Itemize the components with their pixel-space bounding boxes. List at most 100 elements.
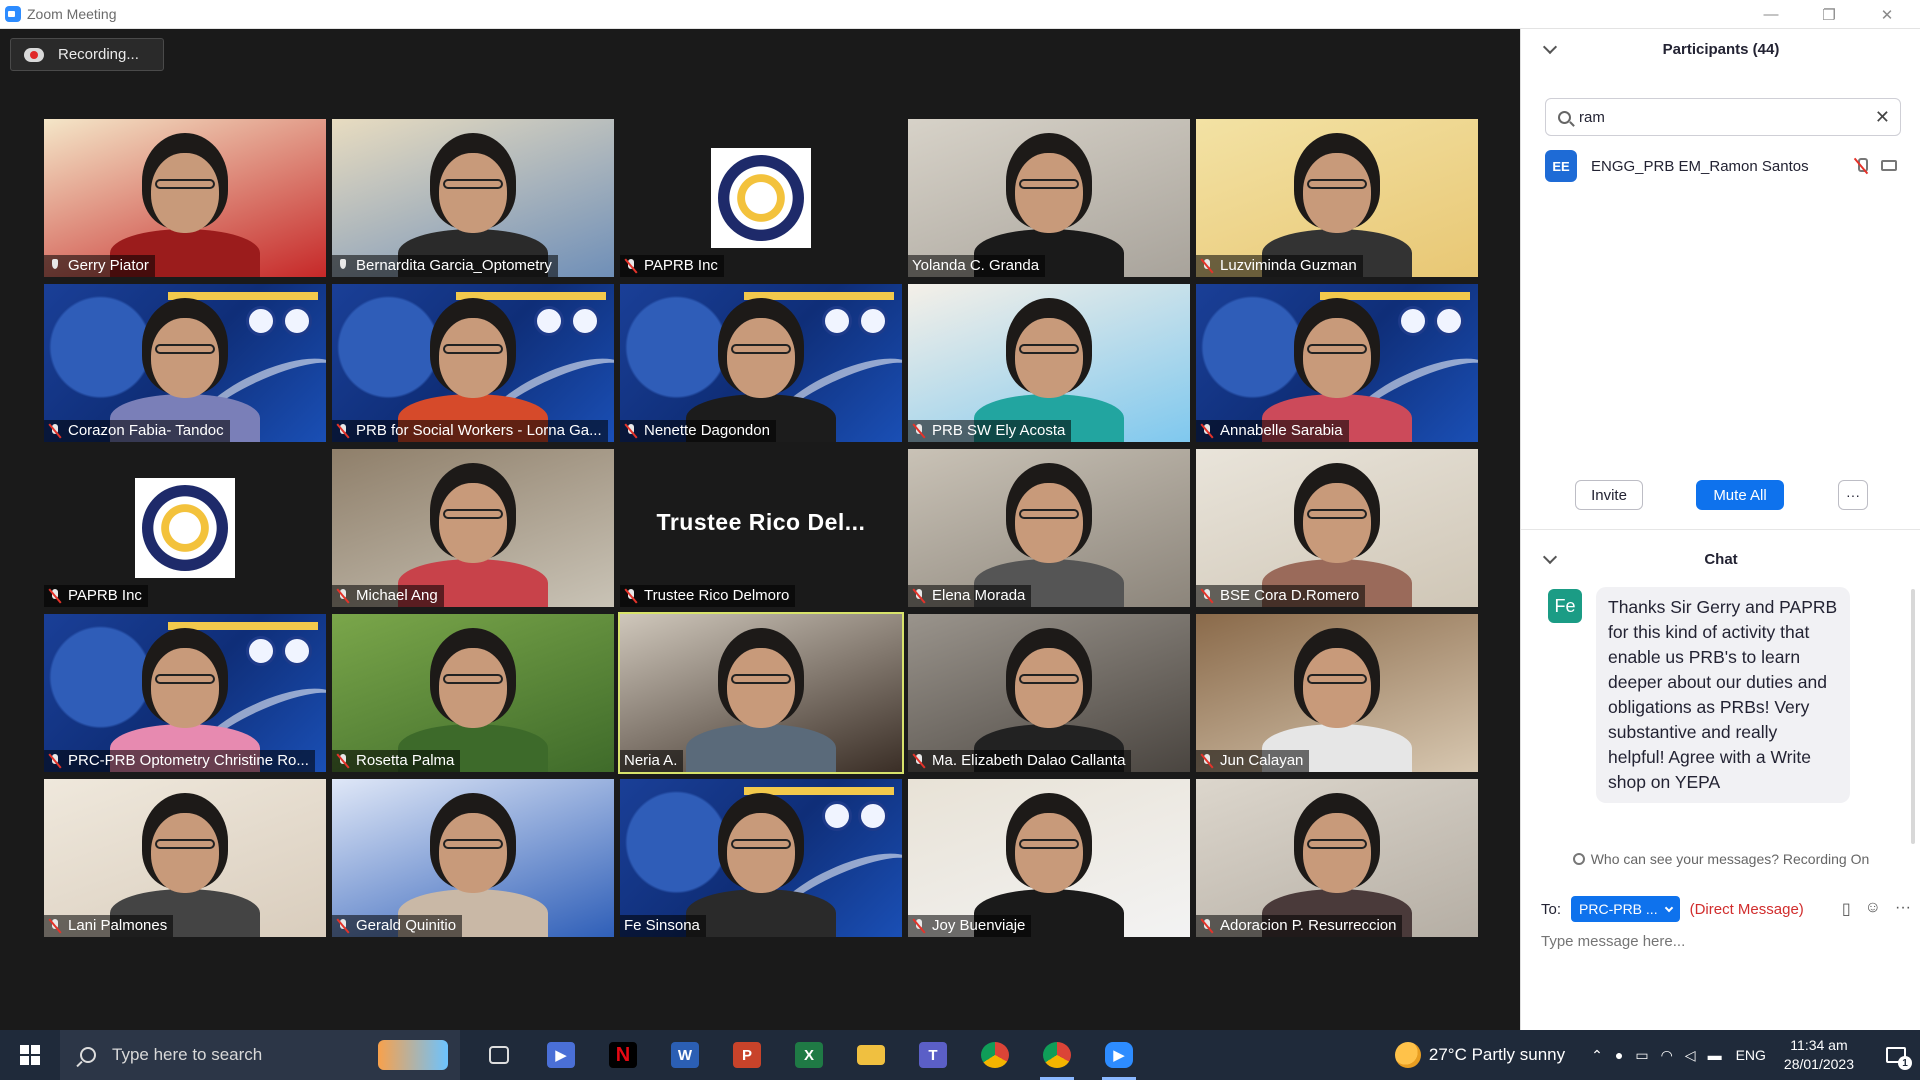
taskbar-teams[interactable]: T — [902, 1030, 964, 1080]
search-highlight-icon[interactable] — [378, 1040, 448, 1070]
glasses — [155, 839, 215, 849]
video-tile[interactable]: Lani Palmones — [44, 779, 326, 937]
video-tile[interactable]: Yolanda C. Granda — [908, 119, 1190, 277]
mic-muted-icon[interactable] — [1855, 158, 1868, 174]
glasses — [1307, 344, 1367, 354]
video-tile[interactable]: PRC-PRB Optometry Christine Ro... — [44, 614, 326, 772]
close-button[interactable]: ✕ — [1858, 0, 1916, 29]
chevron-down-icon[interactable] — [1542, 549, 1558, 565]
participant-name: Ma. Elizabeth Dalao Callanta — [932, 752, 1126, 769]
recording-indicator[interactable]: Recording... — [10, 38, 164, 71]
glasses — [443, 344, 503, 354]
video-tile[interactable]: Michael Ang — [332, 449, 614, 607]
video-tile[interactable]: Luzviminda Guzman — [1196, 119, 1478, 277]
taskbar-word[interactable]: W — [654, 1030, 716, 1080]
participant-face — [1303, 318, 1371, 398]
mute-all-button[interactable]: Mute All — [1696, 480, 1784, 510]
video-tile[interactable]: Annabelle Sarabia — [1196, 284, 1478, 442]
participant-name-label: PAPRB Inc — [44, 585, 148, 607]
participant-name: Adoracion P. Resurreccion — [1220, 917, 1397, 934]
video-tile[interactable]: Ma. Elizabeth Dalao Callanta — [908, 614, 1190, 772]
task-view-button[interactable] — [468, 1030, 530, 1080]
message-visibility-link[interactable]: Who can see your messages? Recording On — [1521, 851, 1920, 867]
video-tile[interactable]: BSE Cora D.Romero — [1196, 449, 1478, 607]
restore-button[interactable]: ❐ — [1800, 0, 1858, 29]
participant-name: Joy Buenviaje — [932, 917, 1026, 934]
taskbar-powerpoint[interactable]: P — [716, 1030, 778, 1080]
video-tile[interactable]: Trustee Rico Del... Trustee Rico Delmoro — [620, 449, 902, 607]
taskbar-zoom[interactable]: ▶ — [1088, 1030, 1150, 1080]
display-icon[interactable]: ▭ — [1635, 1047, 1648, 1064]
participant-name: Nenette Dagondon — [644, 422, 770, 439]
participant-name-label: Gerry Piator — [44, 255, 155, 277]
video-tile[interactable]: Jun Calayan — [1196, 614, 1478, 772]
chat-title: Chat — [1704, 550, 1738, 568]
video-tile[interactable]: PRB for Social Workers - Lorna Ga... — [332, 284, 614, 442]
video-tile[interactable]: Joy Buenviaje — [908, 779, 1190, 937]
taskbar-search[interactable]: Type here to search — [60, 1030, 460, 1080]
direct-message-label: (Direct Message) — [1689, 900, 1804, 918]
weather-icon[interactable] — [1394, 1042, 1421, 1068]
video-tile[interactable]: Adoracion P. Resurreccion — [1196, 779, 1478, 937]
participant-search[interactable]: ✕ — [1545, 98, 1901, 136]
chevron-down-icon[interactable] — [1542, 39, 1558, 55]
battery-icon[interactable]: ▬ — [1708, 1047, 1722, 1064]
taskbar-zoom-meetings[interactable]: ▶ — [530, 1030, 592, 1080]
netflix-icon: N — [609, 1042, 637, 1068]
more-options-button[interactable]: ··· — [1838, 480, 1868, 510]
taskbar-chrome[interactable] — [964, 1030, 1026, 1080]
start-button[interactable] — [0, 1030, 60, 1080]
chat-message-input[interactable] — [1541, 933, 1901, 950]
chat-scrollbar[interactable] — [1911, 589, 1915, 844]
clock[interactable]: 11:34 am 28/01/2023 — [1784, 1036, 1854, 1074]
pin-icon — [336, 258, 350, 274]
video-tile[interactable]: Rosetta Palma — [332, 614, 614, 772]
camera-icon[interactable] — [1881, 160, 1897, 171]
task-view-icon — [489, 1046, 509, 1064]
participant-name: PAPRB Inc — [644, 257, 718, 274]
participant-name-label: Rosetta Palma — [332, 750, 461, 772]
video-tile[interactable]: PAPRB Inc — [44, 449, 326, 607]
person-icon — [1572, 853, 1585, 865]
participant-face — [727, 318, 795, 398]
video-tile[interactable]: PRB SW Ely Acosta — [908, 284, 1190, 442]
participant-row[interactable]: EE ENGG_PRB EM_Ramon Santos — [1545, 149, 1901, 183]
participant-search-input[interactable] — [1579, 108, 1859, 126]
clear-search-icon[interactable]: ✕ — [1875, 107, 1890, 128]
microphone-icon[interactable]: ● — [1615, 1047, 1623, 1064]
video-tile[interactable]: PAPRB Inc — [620, 119, 902, 277]
window-title: Zoom Meeting — [27, 6, 117, 22]
more-icon[interactable]: ··· — [1895, 899, 1911, 919]
volume-icon[interactable]: ◁ — [1685, 1047, 1696, 1064]
chevron-up-icon[interactable]: ⌃ — [1591, 1047, 1603, 1064]
language-indicator[interactable]: ENG — [1736, 1047, 1766, 1063]
taskbar-chrome-profile[interactable] — [1026, 1030, 1088, 1080]
video-tile[interactable]: Gerry Piator — [44, 119, 326, 277]
taskbar-file-explorer[interactable] — [840, 1030, 902, 1080]
emoji-icon[interactable]: ☺ — [1865, 899, 1881, 919]
recipient-select[interactable]: PRC-PRB ... — [1571, 896, 1680, 922]
file-icon[interactable]: ▯ — [1842, 899, 1851, 919]
video-tile[interactable]: Bernardita Garcia_Optometry — [332, 119, 614, 277]
windows-icon — [20, 1045, 40, 1065]
video-tile[interactable]: Fe Sinsona — [620, 779, 902, 937]
video-tile[interactable]: Elena Morada — [908, 449, 1190, 607]
glasses — [1019, 509, 1079, 519]
video-tile[interactable]: Neria A. — [618, 612, 904, 774]
participant-name-label: Elena Morada — [908, 585, 1032, 607]
participant-name: Fe Sinsona — [624, 917, 700, 934]
divider — [1521, 529, 1920, 530]
participant-face — [1015, 318, 1083, 398]
minimize-button[interactable]: — — [1742, 0, 1800, 29]
video-tile[interactable]: Corazon Fabia- Tandoc — [44, 284, 326, 442]
taskbar-netflix[interactable]: N — [592, 1030, 654, 1080]
participant-name-label: Nenette Dagondon — [620, 420, 776, 442]
video-tile[interactable]: Gerald Quinitio — [332, 779, 614, 937]
weather-text[interactable]: 27°C Partly sunny — [1429, 1045, 1565, 1065]
notification-center[interactable]: 1 — [1872, 1030, 1920, 1080]
invite-button[interactable]: Invite — [1575, 480, 1643, 510]
taskbar-excel[interactable]: X — [778, 1030, 840, 1080]
participant-name-label: PRC-PRB Optometry Christine Ro... — [44, 750, 315, 772]
video-tile[interactable]: Nenette Dagondon — [620, 284, 902, 442]
wifi-icon[interactable]: ◠ — [1661, 1047, 1673, 1064]
